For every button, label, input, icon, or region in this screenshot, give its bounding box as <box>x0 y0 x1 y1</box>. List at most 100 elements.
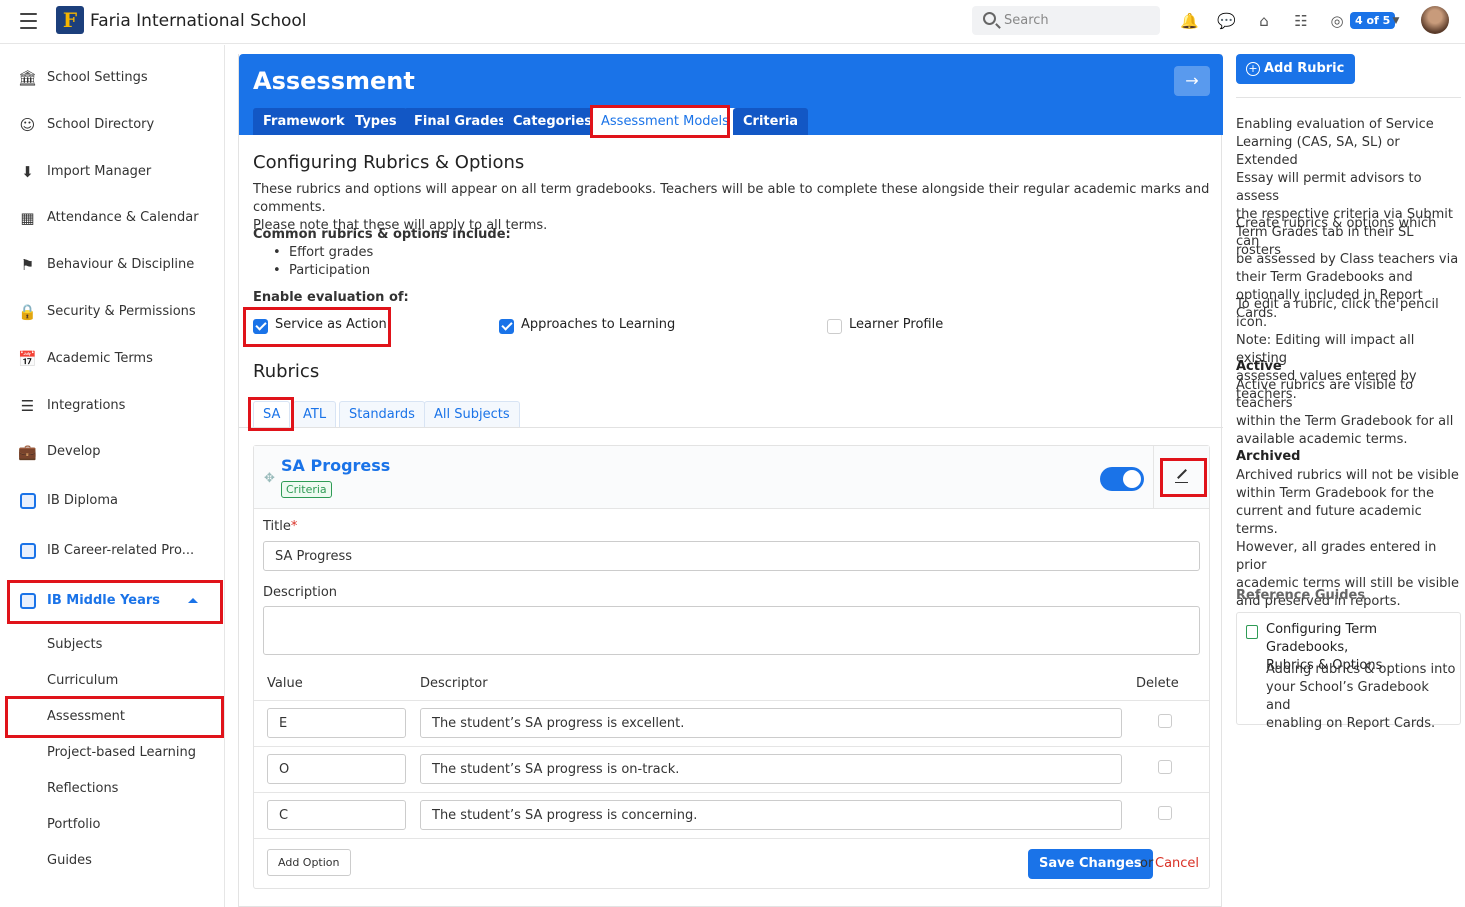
avatar[interactable] <box>1421 6 1449 34</box>
sidebar-item-label: IB Diploma <box>47 493 118 508</box>
apps-grid-icon[interactable]: ☷ <box>1292 12 1310 30</box>
add-option-button[interactable]: Add Option <box>267 849 351 876</box>
sidebar-item-ib-middle-years[interactable]: IB Middle Years <box>0 581 225 621</box>
school-logo[interactable]: F <box>56 6 84 34</box>
delete-checkbox[interactable] <box>1158 806 1172 820</box>
add-rubric-label: Add Rubric <box>1264 61 1345 76</box>
help-line: within the Term Gradebook for all <box>1236 414 1454 429</box>
value-input[interactable]: C <box>267 800 406 830</box>
menu-icon[interactable] <box>20 13 37 29</box>
sidebar-item-label: School Settings <box>47 70 148 85</box>
learner-profile-checkbox[interactable] <box>827 319 842 334</box>
ref-desc-line: enabling on Report Cards. <box>1266 716 1436 731</box>
rubric-tab-all-subjects[interactable]: All Subjects <box>424 401 520 427</box>
document-icon <box>1246 625 1258 639</box>
reference-guides-heading: Reference Guides <box>1236 588 1366 603</box>
calendar-icon: ▦ <box>20 209 35 227</box>
cancel-link[interactable]: Cancel <box>1155 856 1199 871</box>
layers-icon: ☰ <box>20 397 35 415</box>
support-icon[interactable]: ◎ <box>1328 12 1346 30</box>
add-rubric-button[interactable]: + Add Rubric <box>1236 54 1356 84</box>
chevron-down-icon[interactable]: ▼ <box>1387 12 1405 30</box>
ref-desc-line: your School’s Gradebook and <box>1266 680 1429 713</box>
active-heading: Active <box>1236 359 1282 374</box>
title-input[interactable]: SA Progress <box>263 541 1200 571</box>
ib-myp-icon <box>20 593 36 609</box>
rubric-tab-atl[interactable]: ATL <box>293 401 337 427</box>
descriptor-column-header: Descriptor <box>420 676 488 691</box>
home-icon[interactable]: ⌂ <box>1255 12 1273 30</box>
bell-icon[interactable]: 🔔 <box>1180 12 1199 30</box>
sidebar-item-attendance-calendar[interactable]: ▦ Attendance & Calendar <box>0 198 225 238</box>
descriptor-input[interactable]: The student’s SA progress is concerning. <box>420 800 1122 830</box>
chevron-up-icon[interactable] <box>188 598 198 603</box>
rubric-tab-sa[interactable]: SA <box>253 401 291 427</box>
tab-framework[interactable]: Framework <box>253 108 355 135</box>
rubric-tab-standards[interactable]: Standards <box>339 401 425 427</box>
tab-assessment-models[interactable]: Assessment Models <box>591 108 739 135</box>
subnav-project-based-learning[interactable]: Project-based Learning <box>47 745 196 760</box>
help-line: To edit a rubric, click the pencil icon. <box>1236 297 1439 330</box>
tab-criteria[interactable]: Criteria <box>733 108 809 135</box>
approaches-to-learning-checkbox[interactable] <box>499 319 514 334</box>
sidebar-item-ib-diploma[interactable]: IB Diploma <box>0 481 225 521</box>
descriptor-input[interactable]: The student’s SA progress is excellent. <box>420 708 1122 738</box>
subnav-guides[interactable]: Guides <box>47 853 92 868</box>
approaches-to-learning-label: Approaches to Learning <box>521 317 676 332</box>
rubric-type-tag: Criteria <box>281 481 332 498</box>
help-line: current and future academic terms. <box>1236 504 1422 537</box>
reference-guide-card[interactable]: Configuring Term Gradebooks, Rubrics & O… <box>1236 612 1461 731</box>
list-item-label: Effort grades <box>288 245 374 260</box>
plus-icon: + <box>1246 62 1260 76</box>
delete-checkbox[interactable] <box>1158 760 1172 774</box>
subnav-portfolio[interactable]: Portfolio <box>47 817 100 832</box>
rubric-title[interactable]: SA Progress <box>281 456 390 475</box>
active-toggle[interactable] <box>1100 467 1144 491</box>
main-panel: Assessment → Framework Types Final Grade… <box>238 54 1223 907</box>
sidebar-item-import-manager[interactable]: ⬇ Import Manager <box>0 152 225 192</box>
sidebar-item-label: Import Manager <box>47 164 152 179</box>
tab-final-grades[interactable]: Final Grades <box>404 108 517 135</box>
tab-types[interactable]: Types <box>345 108 407 135</box>
sidebar-item-academic-terms[interactable]: 📅 Academic Terms <box>0 339 225 379</box>
flag-icon: ⚑ <box>20 256 35 274</box>
sidebar-item-integrations[interactable]: ☰ Integrations <box>0 386 225 426</box>
ib-dp-icon <box>20 493 36 509</box>
help-line: Enabling evaluation of Service <box>1236 117 1434 132</box>
arrow-right-icon[interactable]: → <box>1174 66 1210 96</box>
rubric-card-header: ✥ SA Progress Criteria <box>254 446 1209 509</box>
assessment-header: Assessment → Framework Types Final Grade… <box>239 54 1223 135</box>
descriptor-input[interactable]: The student’s SA progress is on-track. <box>420 754 1122 784</box>
delete-checkbox[interactable] <box>1158 714 1172 728</box>
divider <box>254 700 1209 701</box>
sidebar-item-label: IB Middle Years <box>47 593 161 608</box>
tab-categories[interactable]: Categories <box>503 108 603 135</box>
subnav-assessment[interactable]: Assessment <box>47 709 125 724</box>
service-as-action-checkbox[interactable] <box>253 319 268 334</box>
sidebar-item-label: IB Career-related Pro... <box>47 543 195 558</box>
title-label: Title* <box>263 519 297 534</box>
drag-handle-icon[interactable]: ✥ <box>264 471 275 486</box>
subnav-subjects[interactable]: Subjects <box>47 637 102 652</box>
section-title: Configuring Rubrics & Options <box>253 152 525 173</box>
description-textarea[interactable] <box>263 606 1200 655</box>
chat-icon[interactable]: 💬 <box>1217 12 1236 30</box>
sidebar-item-ib-career-related[interactable]: IB Career-related Pro... <box>0 531 225 571</box>
sidebar-item-develop[interactable]: 💼 Develop <box>0 432 225 472</box>
pencil-icon[interactable] <box>1174 468 1190 484</box>
divider <box>254 746 1209 747</box>
value-input[interactable]: E <box>267 708 406 738</box>
intro-line: These rubrics and options will appear on… <box>253 182 1210 215</box>
sidebar-item-security-permissions[interactable]: 🔒 Security & Permissions <box>0 292 225 332</box>
save-changes-button[interactable]: Save Changes <box>1028 849 1153 879</box>
subnav-curriculum[interactable]: Curriculum <box>47 673 118 688</box>
briefcase-icon: 💼 <box>18 443 37 461</box>
value-input[interactable]: O <box>267 754 406 784</box>
subnav-reflections[interactable]: Reflections <box>47 781 118 796</box>
search-input[interactable]: Search <box>972 6 1160 35</box>
help-line: within Term Gradebook for the <box>1236 486 1435 501</box>
sidebar-item-school-settings[interactable]: 🏛 School Settings <box>0 58 225 98</box>
calendar-clock-icon: 📅 <box>18 350 37 368</box>
sidebar-item-school-directory[interactable]: ☺ School Directory <box>0 105 225 145</box>
sidebar-item-behaviour-discipline[interactable]: ⚑ Behaviour & Discipline <box>0 245 225 285</box>
